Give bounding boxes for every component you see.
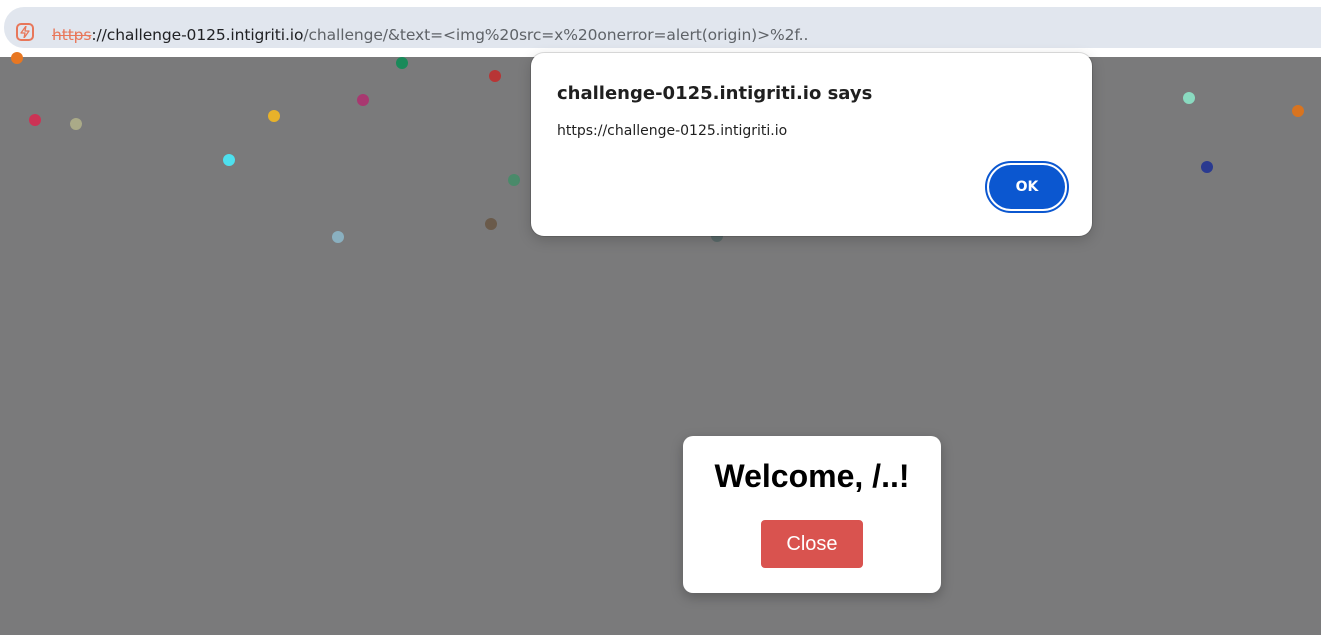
confetti-dot [489, 70, 501, 82]
confetti-dot [357, 94, 369, 106]
confetti-dot [1292, 105, 1304, 117]
url-text[interactable]: https://challenge-0125.intigriti.io/chal… [52, 24, 808, 46]
welcome-title: Welcome, /..! [714, 458, 910, 494]
alert-dialog: challenge-0125.intigriti.io says https:/… [531, 53, 1092, 236]
alert-title: challenge-0125.intigriti.io says [557, 83, 873, 104]
confetti-dot [485, 218, 497, 230]
confetti-dot [70, 118, 82, 130]
confetti-dot [1201, 161, 1213, 173]
ok-button[interactable]: OK [985, 161, 1069, 213]
url-scheme: https [52, 26, 92, 44]
confetti-dot [1183, 92, 1195, 104]
url-path: /challenge/&text=<img%20src=x%20onerror=… [303, 26, 809, 44]
confetti-dot [396, 57, 408, 69]
ok-button-label: OK [989, 165, 1065, 209]
url-host: ://challenge-0125.intigriti.io [91, 26, 304, 44]
browser-toolbar: https://challenge-0125.intigriti.io/chal… [0, 0, 1321, 57]
confetti-dot [268, 110, 280, 122]
address-bar[interactable]: https://challenge-0125.intigriti.io/chal… [4, 7, 1321, 48]
confetti-dot [223, 154, 235, 166]
confetti-dot [508, 174, 520, 186]
confetti-dot [332, 231, 344, 243]
not-secure-warning-icon[interactable] [16, 23, 34, 41]
alert-message: https://challenge-0125.intigriti.io [557, 123, 788, 139]
confetti-dot [29, 114, 41, 126]
welcome-modal: Welcome, /..! Close [683, 436, 941, 593]
confetti-dot [11, 52, 23, 64]
close-button[interactable]: Close [761, 520, 863, 568]
